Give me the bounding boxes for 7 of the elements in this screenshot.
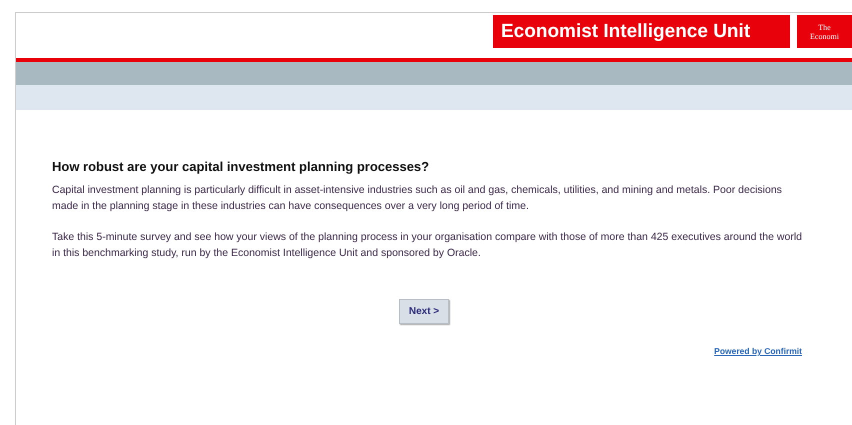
logo: Economist Intelligence Unit	[493, 15, 790, 48]
next-button[interactable]: Next >	[398, 299, 450, 324]
powered-by-link[interactable]: Powered by Confirmit	[714, 346, 802, 356]
survey-paragraph: Take this 5-minute survey and see how your views of the planning process in your organisation compare with those of more than 425 executives around the world in this benchmarking study, run by the Economist Intelligence Unit and sponsored by Oracle.	[52, 230, 802, 261]
survey-paragraph: Capital investment planning is particularly difficult in asset-intensive industries such as oil and gas, chemicals, utilities, and mining and metals. Poor decisions made in the planning stage in these industries can have consequences over a very long period of time.	[52, 183, 783, 214]
secondary-logo: The Economi	[797, 15, 852, 48]
survey-title: How robust are your capital investment planning processes?	[52, 159, 430, 174]
